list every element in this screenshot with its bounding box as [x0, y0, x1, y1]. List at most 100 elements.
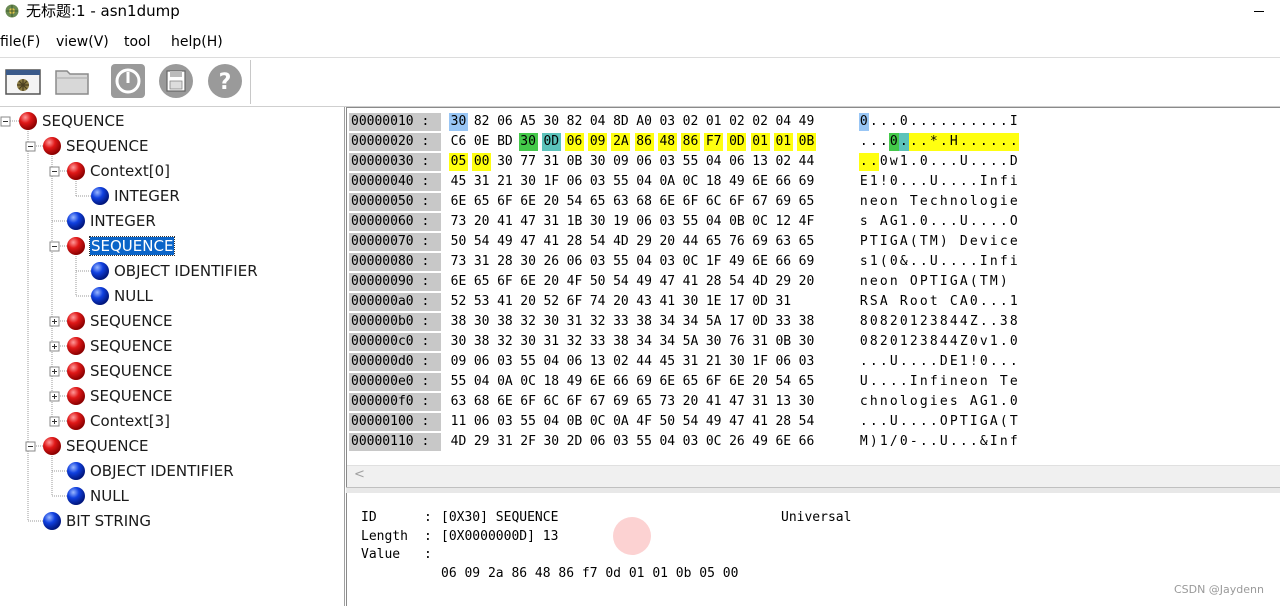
hex-byte[interactable]: 11 [449, 413, 468, 431]
tree-node-label[interactable]: SEQUENCE [88, 236, 176, 256]
hex-byte[interactable]: 31 [542, 153, 561, 171]
hex-byte[interactable]: 38 [449, 313, 468, 331]
hex-byte[interactable]: 49 [727, 173, 746, 191]
hex-byte[interactable]: 49 [635, 273, 654, 291]
hex-byte[interactable]: 02 [727, 113, 746, 131]
hex-byte[interactable]: 28 [495, 253, 514, 271]
hex-byte[interactable]: 30 [472, 313, 491, 331]
hex-byte[interactable]: 69 [611, 393, 630, 411]
hex-byte[interactable]: 03 [797, 353, 816, 371]
hex-byte[interactable]: 2F [519, 433, 538, 451]
tree-node-label[interactable]: SEQUENCE [90, 312, 172, 330]
hex-byte[interactable]: 04 [704, 213, 723, 231]
hex-byte[interactable]: 50 [588, 273, 607, 291]
hex-byte[interactable]: 6E [588, 373, 607, 391]
hex-byte[interactable]: 09 [588, 133, 608, 151]
hex-byte[interactable]: 6E [519, 273, 538, 291]
hex-byte[interactable]: 30 [495, 153, 514, 171]
hex-row[interactable]: 00000110 :4D 29 31 2F 30 2D 06 03 55 04 03 0C 26 49 6E… [349, 433, 1049, 451]
menu-tool[interactable]: tool [124, 33, 151, 51]
hex-byte[interactable]: 66 [611, 373, 630, 391]
tree-node-label[interactable]: BIT STRING [66, 512, 151, 530]
hex-byte[interactable]: 65 [704, 233, 723, 251]
hex-byte[interactable]: 06 [495, 113, 514, 131]
save-button[interactable] [156, 61, 196, 101]
hex-byte[interactable]: 74 [588, 293, 607, 311]
hex-byte[interactable]: 0A [495, 373, 514, 391]
hex-byte[interactable]: 18 [542, 373, 561, 391]
hex-row[interactable]: 00000050 :6E 65 6F 6E 20 54 65 63 68 6E 6F 6C 6F 67 69… [349, 193, 1049, 211]
hex-byte[interactable]: 01 [704, 113, 723, 131]
hex-byte[interactable]: 4D [449, 433, 468, 451]
hex-byte[interactable]: 06 [565, 353, 584, 371]
hex-byte[interactable]: 0B [797, 133, 816, 151]
hex-byte[interactable]: 41 [542, 233, 561, 251]
hex-byte[interactable]: 03 [588, 253, 607, 271]
hex-byte[interactable]: 49 [797, 113, 816, 131]
hex-byte[interactable]: 6E [658, 373, 677, 391]
hex-byte[interactable]: 1F [751, 353, 770, 371]
hex-byte[interactable]: 6C [542, 393, 561, 411]
tree-node-label[interactable]: Context[0] [90, 162, 170, 180]
hex-byte[interactable]: 41 [751, 413, 770, 431]
tree-node-label[interactable]: NULL [90, 487, 129, 505]
hex-byte[interactable]: 03 [658, 153, 677, 171]
hex-byte[interactable]: 04 [658, 433, 677, 451]
hex-byte[interactable]: 03 [658, 213, 677, 231]
hex-byte[interactable]: 6E [751, 173, 770, 191]
hex-byte[interactable]: 6F [519, 393, 538, 411]
hex-row[interactable]: 00000090 :6E 65 6F 6E 20 4F 50 54 49 47 41 28 54 4D 29… [349, 273, 1049, 291]
asn1-tree-panel[interactable]: SEQUENCE SEQUENCE Context[0] INTEGER INTEGER… [0, 107, 345, 606]
hex-byte[interactable]: 04 [635, 173, 654, 191]
hex-byte[interactable]: 73 [449, 213, 468, 231]
hex-byte[interactable]: 31 [565, 313, 584, 331]
hex-byte[interactable]: 06 [565, 173, 584, 191]
hex-byte[interactable]: 06 [472, 353, 491, 371]
hex-byte[interactable]: 20 [797, 273, 816, 291]
hex-byte[interactable]: 65 [797, 233, 816, 251]
tree-expander-plus-icon[interactable] [49, 341, 60, 352]
hex-byte[interactable]: 0B [774, 333, 793, 351]
hex-byte[interactable]: 30 [704, 333, 723, 351]
hex-byte[interactable]: 06 [472, 413, 491, 431]
tree-node-label[interactable]: SEQUENCE [90, 362, 172, 380]
hex-byte[interactable]: 54 [727, 273, 746, 291]
hex-byte[interactable]: 30 [588, 153, 607, 171]
hex-byte[interactable]: 21 [495, 173, 514, 191]
hex-byte[interactable]: 49 [565, 373, 584, 391]
tree-node-label[interactable]: SEQUENCE [66, 137, 148, 155]
hex-byte[interactable]: 20 [751, 373, 770, 391]
hex-byte[interactable]: 31 [681, 353, 700, 371]
hex-row[interactable]: 000000f0 :63 68 6E 6F 6C 6F 67 69 65 73 20 41 47 31 13… [349, 393, 1049, 411]
hex-byte[interactable]: 0C [681, 173, 700, 191]
tree-expander-minus-icon[interactable] [49, 166, 60, 177]
hex-byte[interactable]: 69 [797, 253, 816, 271]
hex-byte[interactable]: 6F [704, 373, 723, 391]
hex-byte[interactable]: BD [495, 133, 514, 151]
hex-byte[interactable]: 38 [495, 313, 514, 331]
tree-node-label[interactable]: Context[3] [90, 412, 170, 430]
hex-byte[interactable]: 65 [681, 373, 700, 391]
hex-byte[interactable]: 49 [751, 433, 770, 451]
hex-byte[interactable]: 54 [565, 193, 584, 211]
scroll-left-arrow-icon[interactable]: < [354, 467, 365, 482]
hex-byte[interactable]: 48 [657, 133, 677, 151]
hex-byte[interactable]: 06 [774, 353, 793, 371]
hex-byte[interactable]: 66 [774, 253, 793, 271]
hex-byte[interactable]: 1E [704, 293, 723, 311]
hex-byte[interactable]: 54 [797, 413, 816, 431]
hex-byte[interactable]: 69 [635, 373, 654, 391]
hex-byte[interactable]: 55 [681, 153, 700, 171]
tree-expander-minus-icon[interactable] [49, 241, 60, 252]
hex-byte[interactable]: 28 [565, 233, 584, 251]
hex-byte[interactable]: 0C [519, 373, 538, 391]
hex-byte[interactable]: 1B [565, 213, 584, 231]
help-button[interactable]: ? [205, 61, 245, 101]
hex-byte[interactable]: 49 [704, 413, 723, 431]
hex-byte[interactable]: 6E [774, 433, 793, 451]
hex-byte[interactable]: 63 [774, 233, 793, 251]
hex-byte[interactable]: 1F [542, 173, 561, 191]
hex-byte[interactable]: 17 [727, 313, 746, 331]
hex-byte[interactable]: 03 [495, 353, 514, 371]
hex-byte[interactable]: 44 [681, 233, 700, 251]
